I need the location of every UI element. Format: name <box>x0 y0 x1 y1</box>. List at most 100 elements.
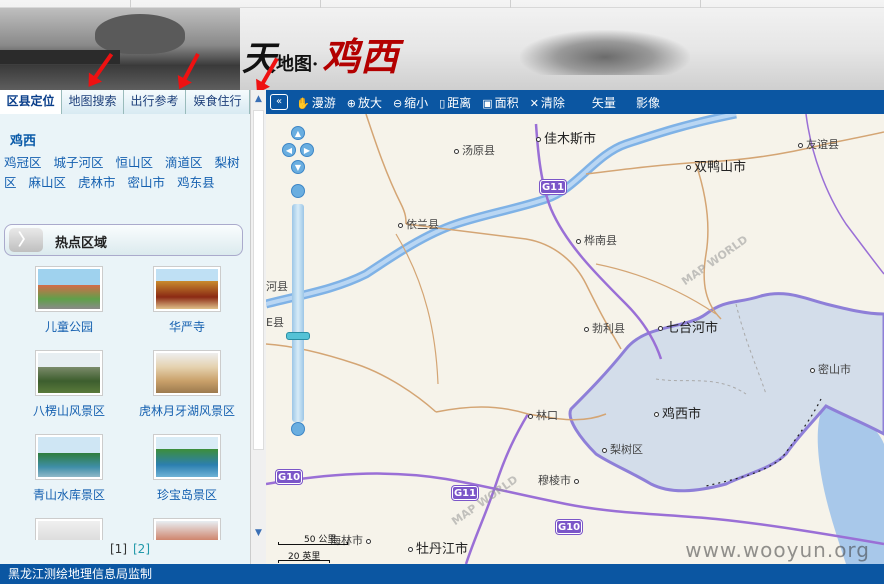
poi-thumbnail[interactable] <box>153 266 221 312</box>
collapse-panel-button[interactable]: « <box>270 94 288 110</box>
footer: 黑龙江测绘地理信息局监制 <box>0 564 884 584</box>
district-link[interactable]: 城子河区 <box>54 155 104 170</box>
map-label-lishu: 梨树区 <box>602 441 643 457</box>
poi-thumbnail[interactable] <box>153 518 221 540</box>
poi-item[interactable]: 虎林月牙湖风景区 <box>128 350 246 419</box>
header-banner: 天地图· 鸡西 <box>0 0 884 90</box>
poi-label[interactable]: 青山水库景区 <box>10 486 128 503</box>
pan-down-icon[interactable]: ▼ <box>291 160 305 174</box>
area-icon: ▣ <box>482 96 493 110</box>
map-label-jiamusi: 佳木斯市 <box>536 128 596 147</box>
clear-tool-button[interactable]: ✕ 清除 <box>530 94 565 111</box>
poi-thumbnail[interactable] <box>35 266 103 312</box>
district-link[interactable]: 虎林市 <box>78 175 116 190</box>
scale-label-mi: 20 英里 <box>288 552 321 562</box>
road-line <box>695 163 722 320</box>
map-label-huanan: 桦南县 <box>576 232 617 248</box>
banner-island-image <box>520 30 690 75</box>
poi-item[interactable]: 珍宝岛景区 <box>128 434 246 503</box>
district-link[interactable]: 密山市 <box>128 175 166 190</box>
map-scale-bar: 50 公里 20 英里 <box>278 532 364 563</box>
zoom-in-icon[interactable] <box>291 184 305 198</box>
zoom-in-tool-button[interactable]: ⊕ 放大 <box>347 94 382 111</box>
hand-icon: ✋ <box>296 96 310 110</box>
poi-thumbnail[interactable] <box>153 434 221 480</box>
tab-district-locate[interactable]: 区县定位 <box>0 90 62 114</box>
page-2-link[interactable]: [2] <box>133 542 150 556</box>
vector-layer-button[interactable]: 矢量 <box>592 94 616 111</box>
poi-label[interactable]: 八楞山风景区 <box>10 402 128 419</box>
district-link[interactable]: 滴道区 <box>165 155 203 170</box>
zoom-out-icon[interactable] <box>291 422 305 436</box>
tab-travel-reference[interactable]: 出行参考 <box>124 90 186 114</box>
poi-item[interactable]: 儿童公园 <box>10 266 128 335</box>
highway-shield-g10: G10 <box>556 520 582 534</box>
left-scrollbar[interactable]: ▲ ▼ <box>250 90 266 564</box>
pan-up-icon[interactable]: ▲ <box>291 126 305 140</box>
map-label-jixi: 鸡西市 <box>654 403 701 422</box>
distance-tool-button[interactable]: ▯ 距离 <box>439 94 471 111</box>
map-label-qitaihe: 七台河市 <box>658 317 718 336</box>
poi-thumbnail[interactable] <box>35 518 103 540</box>
clear-icon: ✕ <box>529 96 539 110</box>
district-link[interactable]: 恒山区 <box>116 155 154 170</box>
page-1-link[interactable]: [1] <box>110 542 127 556</box>
map-label-tangyuan: 汤原县 <box>454 142 495 158</box>
map-label-muling: 穆棱市 <box>538 472 582 488</box>
highway-shield-g10: G10 <box>276 470 302 484</box>
poi-item[interactable]: 华严寺 <box>128 266 246 335</box>
poi-item[interactable]: 八楞山风景区 <box>10 350 128 419</box>
highway-shield-g11: G11 <box>452 486 478 500</box>
header-top-grid <box>0 0 884 8</box>
poi-item[interactable] <box>10 518 128 540</box>
district-link[interactable]: 鸡东县 <box>177 175 215 190</box>
region-title[interactable]: 鸡西 <box>4 130 244 149</box>
poi-label[interactable]: 华严寺 <box>128 318 246 335</box>
poi-thumbnail[interactable] <box>35 350 103 396</box>
tab-map-search[interactable]: 地图搜索 <box>62 90 124 114</box>
map-label-shuangyashan: 双鸭山市 <box>686 156 746 175</box>
highway-shield-g11: G11 <box>540 180 566 194</box>
site-watermark: www.wooyun.org <box>685 538 870 562</box>
poi-thumbnail[interactable] <box>35 434 103 480</box>
map-toolbar: « ✋ 漫游 ⊕ 放大 ⊖ 缩小 ▯ 距离 ▣ 面积 ✕ 清除 矢量 影像 <box>266 90 884 114</box>
hot-areas-header[interactable]: 〉 热点区域 <box>4 224 243 256</box>
poi-item[interactable]: 青山水库景区 <box>10 434 128 503</box>
map-label-youyi: 友谊县 <box>798 136 839 152</box>
zoom-out-icon: ⊖ <box>392 96 403 110</box>
zoom-out-tool-button[interactable]: ⊖ 缩小 <box>393 94 428 111</box>
pager: [1] [2] <box>110 542 150 556</box>
scroll-up-icon[interactable]: ▲ <box>251 92 266 106</box>
scroll-thumb[interactable] <box>253 110 264 450</box>
map-label-linkou: 林口 <box>528 407 558 423</box>
area-tool-button[interactable]: ▣ 面积 <box>482 94 518 111</box>
district-link[interactable]: 鸡冠区 <box>4 155 42 170</box>
map-label-mudanjiang: 牡丹江市 <box>408 538 468 557</box>
poi-label[interactable]: 珍宝岛景区 <box>128 486 246 503</box>
zoom-in-icon: ⊕ <box>346 96 356 110</box>
zoom-slider-track[interactable] <box>292 204 304 422</box>
chevron-right-icon: 〉 <box>9 228 43 252</box>
poi-label[interactable]: 虎林月牙湖风景区 <box>128 402 246 419</box>
pan-left-icon[interactable]: ◀ <box>282 143 296 157</box>
map-label-boli: 勃利县 <box>584 320 625 336</box>
ruler-icon: ▯ <box>439 96 446 110</box>
pan-right-icon[interactable]: ▶ <box>300 143 314 157</box>
imagery-layer-button[interactable]: 影像 <box>636 94 660 111</box>
tab-food-lodging[interactable]: 娱食住行 <box>186 90 250 114</box>
region-block: 鸡西 鸡冠区 城子河区 恒山区 滴道区 梨树区 麻山区 虎林市 密山市 鸡东县 <box>4 130 244 193</box>
map-label-yilan: 依兰县 <box>398 216 439 232</box>
poi-thumbnail[interactable] <box>153 350 221 396</box>
poi-item[interactable] <box>128 518 246 540</box>
map-canvas[interactable]: 佳木斯市 汤原县 友谊县 双鸭山市 依兰县 桦南县 勃利县 七台河市 密山市 鸡… <box>266 114 884 564</box>
scroll-down-icon[interactable]: ▼ <box>251 526 266 540</box>
hot-areas-title: 热点区域 <box>55 236 108 251</box>
zoom-slider-thumb[interactable] <box>286 332 310 340</box>
district-link[interactable]: 麻山区 <box>29 175 67 190</box>
poi-label[interactable]: 儿童公园 <box>10 318 128 335</box>
map-label-mishan: 密山市 <box>810 361 851 377</box>
scale-bar-km <box>278 542 348 545</box>
road-line <box>365 114 407 225</box>
pan-tool-button[interactable]: ✋ 漫游 <box>296 94 336 111</box>
district-list: 鸡冠区 城子河区 恒山区 滴道区 梨树区 麻山区 虎林市 密山市 鸡东县 <box>4 153 244 193</box>
